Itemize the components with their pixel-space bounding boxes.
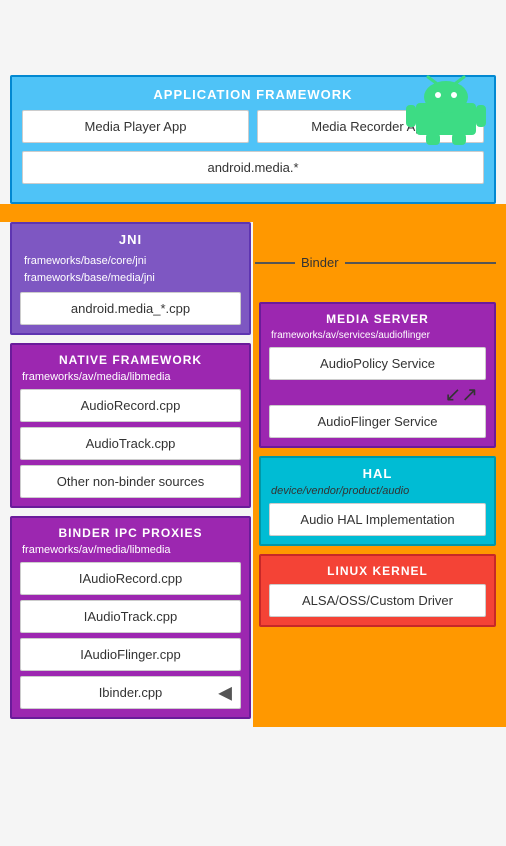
audio-record-box: AudioRecord.cpp	[20, 389, 241, 422]
hal-path: device/vendor/product/audio	[269, 485, 486, 497]
media-server-path: frameworks/av/services/audioflinger	[269, 330, 486, 341]
jni-section: JNI frameworks/base/core/jni frameworks/…	[10, 222, 251, 335]
jni-cpp-box: android.media_*.cpp	[20, 292, 241, 325]
binder-ipc-path: frameworks/av/media/libmedia	[20, 544, 241, 556]
android-logo	[406, 75, 486, 145]
linux-kernel-title: LINUX KERNEL	[269, 564, 486, 578]
binder-ipc-section: BINDER IPC PROXIES frameworks/av/media/l…	[10, 516, 251, 719]
double-arrow-icon: ↙↗	[269, 385, 486, 405]
media-server-title: MEDIA SERVER	[269, 312, 486, 326]
ibinder-box: Ibinder.cpp ◀	[20, 676, 241, 709]
iaudio-track-box: IAudioTrack.cpp	[20, 600, 241, 633]
right-column: Binder MEDIA SERVER frameworks/av/servic…	[253, 222, 506, 727]
audio-flinger-service-box: AudioFlinger Service	[269, 405, 486, 438]
iaudio-flinger-box: IAudioFlinger.cpp	[20, 638, 241, 671]
binder-line	[255, 262, 496, 264]
audio-track-box: AudioTrack.cpp	[20, 427, 241, 460]
android-media-box: android.media.*	[22, 151, 484, 184]
other-non-binder-box: Other non-binder sources	[20, 465, 241, 498]
left-column: JNI frameworks/base/core/jni frameworks/…	[0, 222, 253, 727]
binder-ipc-title: BINDER IPC PROXIES	[20, 526, 241, 540]
native-framework-title: NATIVE FRAMEWORK	[20, 353, 241, 367]
media-server-section: MEDIA SERVER frameworks/av/services/audi…	[259, 302, 496, 448]
binder-label: Binder	[295, 253, 345, 272]
media-player-box: Media Player App	[22, 110, 249, 143]
binder-area: Binder	[255, 222, 506, 302]
arrow-left-icon: ◀	[218, 682, 232, 703]
native-framework-section: NATIVE FRAMEWORK frameworks/av/media/lib…	[10, 343, 251, 508]
hal-title: HAL	[269, 466, 486, 481]
iaudio-record-box: IAudioRecord.cpp	[20, 562, 241, 595]
jni-title: JNI	[20, 232, 241, 247]
jni-path1: frameworks/base/core/jni frameworks/base…	[20, 253, 241, 286]
audio-policy-box: AudioPolicy Service	[269, 347, 486, 380]
hal-section: HAL device/vendor/product/audio Audio HA…	[259, 456, 496, 546]
hal-impl-box: Audio HAL Implementation	[269, 503, 486, 536]
orange-band-top	[0, 204, 506, 222]
alsa-driver-box: ALSA/OSS/Custom Driver	[269, 584, 486, 617]
app-row-2: android.media.*	[22, 151, 484, 184]
linux-kernel-section: LINUX KERNEL ALSA/OSS/Custom Driver	[259, 554, 496, 627]
main-content: JNI frameworks/base/core/jni frameworks/…	[0, 222, 506, 727]
native-framework-path: frameworks/av/media/libmedia	[20, 371, 241, 383]
